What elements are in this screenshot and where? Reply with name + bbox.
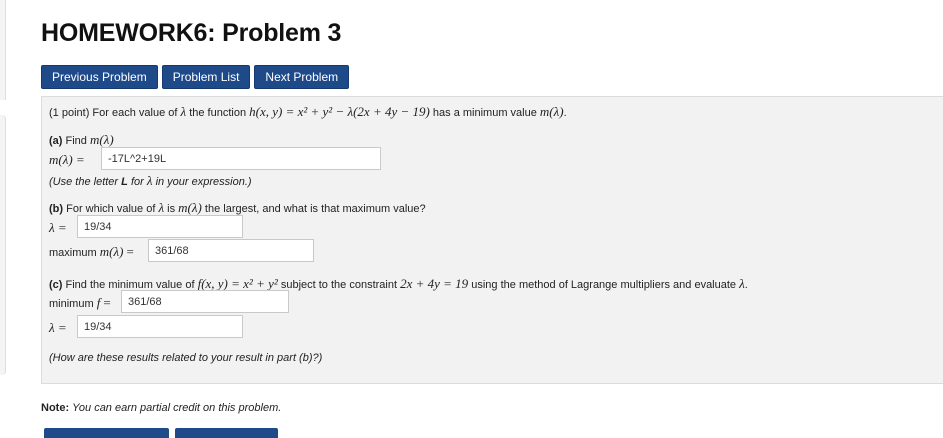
lambda-answer-field-c[interactable]	[77, 315, 243, 338]
part-a-label: (a)	[49, 135, 63, 147]
part-a-hint: (Use the letter L for λ in your expressi…	[49, 173, 252, 189]
part-c-label: (c)	[49, 279, 63, 291]
previous-problem-button[interactable]: Previous Problem	[41, 65, 158, 89]
part-b-label: (b)	[49, 203, 64, 215]
max-m-lambda: m(λ)	[99, 244, 124, 259]
problem-list-button[interactable]: Problem List	[161, 65, 251, 89]
hint-letter: L	[121, 176, 128, 188]
lambda-equals-b: λ =	[49, 220, 67, 235]
part-b-m-lambda: m(λ)	[178, 200, 202, 215]
part-c-lambda-label: λ =	[49, 320, 67, 336]
m-lambda-answer-field[interactable]	[101, 147, 381, 170]
part-c-text-3: using the method of Lagrange multipliers…	[471, 279, 737, 291]
lambda-equals-c: λ =	[49, 320, 67, 335]
points-label: (1 point)	[49, 107, 90, 119]
side-panel-bottom	[0, 115, 6, 375]
lambda-symbol: λ	[180, 104, 187, 119]
side-panel-edge	[0, 0, 6, 434]
m-lambda-equals: m(λ) =	[49, 152, 85, 167]
f-function-expr: f(x, y) = x² + y²	[197, 276, 278, 291]
intro-text-3: has a minimum value	[432, 107, 537, 119]
constraint-expr: 2x + 4y = 19	[400, 276, 469, 291]
part-b-lambda-label: λ =	[49, 220, 67, 236]
maximum-text: maximum	[49, 247, 97, 259]
note-text: You can earn partial credit on this prob…	[72, 402, 282, 414]
intro-text-1: For each value of	[92, 107, 178, 119]
next-problem-button[interactable]: Next Problem	[254, 65, 350, 89]
side-panel-top	[0, 0, 6, 100]
hint-text-1: (Use the letter	[49, 176, 119, 188]
min-f-answer-field[interactable]	[121, 290, 289, 313]
part-b-lambda: λ	[158, 200, 165, 215]
part-b-text-1: For which value of	[66, 203, 156, 215]
intro-text-2: the function	[189, 107, 247, 119]
part-a-m-lambda: m(λ)	[89, 132, 114, 147]
problem-intro: (1 point) For each value of λ the functi…	[49, 104, 567, 119]
part-c-min-label: minimum f =	[49, 295, 111, 310]
part-a-question: (a) Find m(λ)	[49, 132, 114, 148]
h-function-expr: h(x, y) = x² + y² − λ(2x + 4y − 19)	[249, 104, 430, 119]
page-title: HOMEWORK6: Problem 3	[41, 19, 342, 47]
part-b-question: (b) For which value of λ is m(λ) the lar…	[49, 200, 426, 216]
m-lambda-expr: m(λ)	[539, 104, 564, 119]
max-value-answer-field[interactable]	[148, 239, 314, 262]
part-b-max-label: maximum m(λ) =	[49, 244, 134, 259]
part-a-input-label: m(λ) =	[49, 152, 85, 168]
minimum-text: minimum	[49, 298, 94, 310]
part-c-relation-note: (How are these results related to your r…	[49, 352, 323, 364]
problem-nav: Previous Problem Problem List Next Probl…	[41, 65, 350, 89]
submit-button-partial[interactable]	[44, 428, 169, 438]
hint-text-3: in your expression.)	[155, 176, 252, 188]
lambda-answer-field-b[interactable]	[77, 215, 243, 238]
problem-body: (1 point) For each value of λ the functi…	[41, 96, 943, 384]
part-a-find: Find	[65, 135, 87, 147]
hint-lambda: λ	[146, 173, 153, 188]
part-b-text-2: the largest, and what is that maximum va…	[204, 203, 426, 215]
preview-button-partial[interactable]	[175, 428, 278, 438]
hint-text-2: for	[130, 176, 144, 188]
partial-credit-note: Note: You can earn partial credit on thi…	[41, 402, 281, 414]
min-f-symbol: f	[96, 295, 101, 310]
part-b-is: is	[167, 203, 176, 215]
note-label: Note:	[41, 402, 70, 414]
part-c-text-2: subject to the constraint	[280, 279, 398, 291]
